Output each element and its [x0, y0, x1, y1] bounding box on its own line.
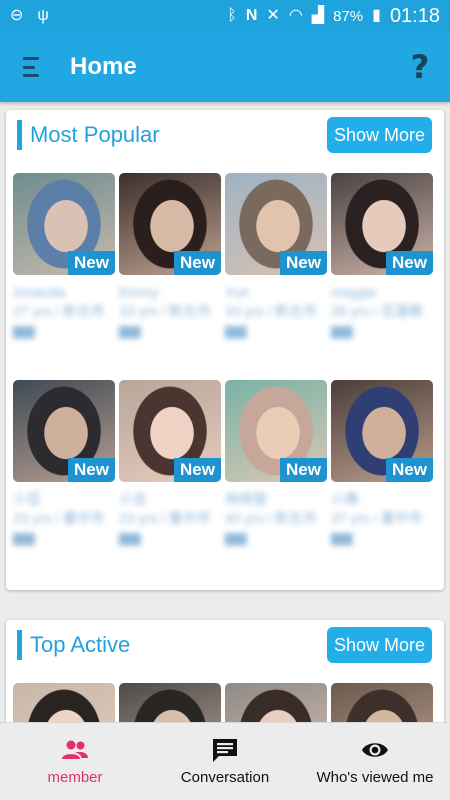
wifi-icon: ◠	[288, 7, 303, 24]
nav-member[interactable]: member	[0, 723, 150, 800]
nav-conversation[interactable]: Conversation	[150, 723, 300, 800]
new-badge: New	[280, 458, 327, 482]
nav-whos-viewed[interactable]: Who's viewed me	[300, 723, 450, 800]
member-info-blurred: Yuri 33 yrs / 新北市 ▆▆	[225, 284, 317, 338]
top-active-title: Top Active	[30, 632, 131, 657]
menu-icon	[23, 57, 39, 77]
help-button[interactable]: ?	[390, 32, 450, 102]
member-info-blurred: 小吉 23 yrs / 臺中市 ▆▆	[119, 491, 211, 545]
member-tile[interactable]: New maggie 28 yrs / 花蓮縣 ▆▆	[331, 173, 433, 340]
most-popular-row-1: New Amanda 27 yrs / 新北市 ▆▆ New Emmy 33 yrs …	[13, 173, 437, 340]
member-photo[interactable]: New	[225, 173, 327, 275]
most-popular-title: Most Popular	[30, 122, 160, 147]
page-title: Home	[70, 53, 137, 80]
nfc-icon: N	[245, 7, 258, 24]
most-popular-card: Most Popular Show More New Amanda 27 yrs …	[6, 110, 444, 590]
bottom-nav: member Conversation Who's viewed me	[0, 722, 450, 800]
section-accent-bar	[17, 630, 22, 660]
member-tile[interactable]: New 小喬 37 yrs / 臺中市 ▆▆	[331, 380, 433, 547]
new-badge: New	[174, 251, 221, 275]
member-tile[interactable]: New Yuri 33 yrs / 新北市 ▆▆	[225, 173, 327, 340]
nav-conversation-label: Conversation	[180, 769, 270, 786]
member-photo[interactable]: New	[331, 173, 433, 275]
most-popular-show-more-button[interactable]: Show More	[326, 117, 432, 153]
menu-button[interactable]	[0, 32, 62, 102]
member-photo[interactable]: New	[331, 380, 433, 482]
most-popular-header: Most Popular Show More	[6, 110, 444, 160]
clock: 01:18	[389, 4, 440, 27]
member-tile[interactable]: New Amanda 27 yrs / 新北市 ▆▆	[13, 173, 115, 340]
member-tile[interactable]: New Emmy 33 yrs / 新北市 ▆▆	[119, 173, 221, 340]
new-badge: New	[386, 458, 433, 482]
member-tile[interactable]: New 小吉 23 yrs / 臺中市 ▆▆	[119, 380, 221, 547]
mute-icon: ✕	[266, 7, 280, 24]
status-bar: ⊖ ψ ᛒ N ✕ ◠ ▟ 87% ▮ 01:18	[0, 0, 450, 32]
top-active-show-more-button[interactable]: Show More	[326, 627, 432, 663]
member-photo[interactable]: New	[119, 380, 221, 482]
nav-member-label: member	[47, 769, 103, 786]
member-info-blurred: 小喬 37 yrs / 臺中市 ▆▆	[331, 491, 423, 545]
member-info-blurred: Amanda 27 yrs / 新北市 ▆▆	[13, 284, 105, 338]
question-mark-icon: ?	[410, 48, 430, 86]
most-popular-row-2: New 小芸 23 yrs / 臺中市 ▆▆ New 小吉 23 yrs / 臺中市 ▆…	[13, 380, 437, 547]
new-badge: New	[174, 458, 221, 482]
member-photo[interactable]: New	[225, 380, 327, 482]
new-badge: New	[386, 251, 433, 275]
do-not-disturb-icon: ⊖	[10, 7, 24, 24]
new-badge: New	[68, 251, 115, 275]
member-photo[interactable]: New	[119, 173, 221, 275]
nav-whos-viewed-label: Who's viewed me	[316, 769, 434, 786]
chat-icon	[213, 739, 237, 762]
new-badge: New	[280, 251, 327, 275]
new-badge: New	[68, 458, 115, 482]
member-tile[interactable]: New 小芸 23 yrs / 臺中市 ▆▆	[13, 380, 115, 547]
member-photo[interactable]: New	[13, 380, 115, 482]
section-accent-bar	[17, 120, 22, 150]
people-icon	[62, 740, 88, 759]
usb-icon: ψ	[37, 7, 49, 24]
battery-percent: 87%	[333, 7, 364, 25]
member-photo[interactable]: New	[13, 173, 115, 275]
bluetooth-icon: ᛒ	[227, 7, 237, 24]
member-info-blurred: maggie 28 yrs / 花蓮縣 ▆▆	[331, 284, 423, 338]
member-tile[interactable]: New 林佩瑩 40 yrs / 新北市 ▆▆	[225, 380, 327, 547]
app-bar: Home ?	[0, 32, 450, 102]
eye-icon	[362, 743, 388, 757]
battery-charging-icon: ▮	[372, 7, 381, 24]
member-info-blurred: 小芸 23 yrs / 臺中市 ▆▆	[13, 491, 105, 545]
member-info-blurred: 林佩瑩 40 yrs / 新北市 ▆▆	[225, 491, 317, 545]
signal-icon: ▟	[311, 7, 325, 24]
member-info-blurred: Emmy 33 yrs / 新北市 ▆▆	[119, 284, 211, 338]
top-active-header: Top Active Show More	[6, 620, 444, 670]
